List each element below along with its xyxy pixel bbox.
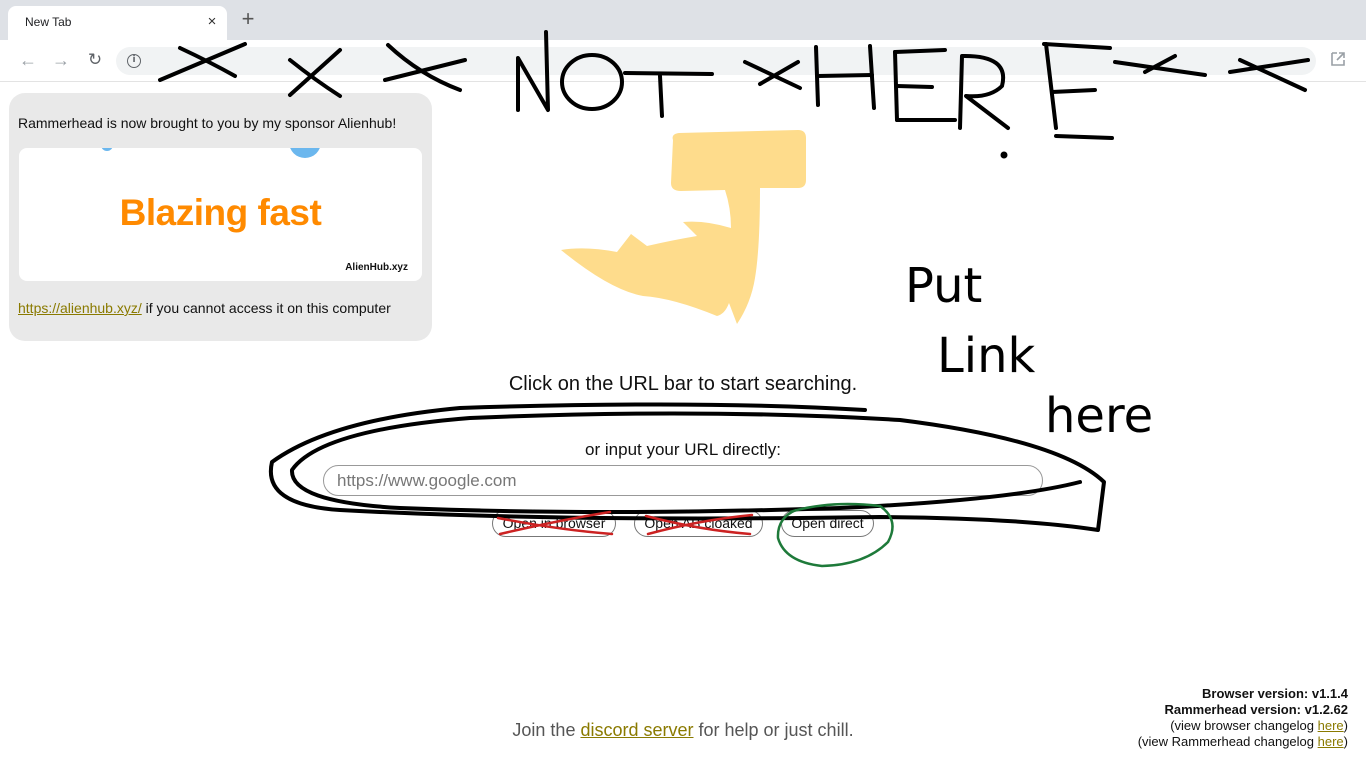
banner-brand-logo: AlienHub.xyz	[345, 262, 408, 273]
tab-new-tab[interactable]: New Tab ×	[8, 6, 227, 40]
join-suffix: for help or just chill.	[693, 720, 854, 740]
tab-strip: New Tab × +	[0, 0, 1366, 40]
browser-changelog-text: (view browser changelog	[1170, 718, 1318, 733]
open-in-browser-button[interactable]: Open in browser	[492, 510, 616, 537]
sponsor-footer-text: if you cannot access it on this computer	[141, 300, 391, 316]
search-hint: Click on the URL bar to start searching.	[508, 373, 858, 395]
url-input[interactable]	[323, 465, 1043, 496]
reload-icon[interactable]: ↻	[85, 50, 105, 70]
browser-changelog-link[interactable]: here	[1318, 718, 1344, 733]
open-external-icon[interactable]	[1329, 50, 1347, 68]
closing-paren: )	[1343, 734, 1348, 749]
browser-toolbar: ← → ↻ i	[0, 40, 1366, 82]
direct-url-hint: or input your URL directly:	[585, 440, 781, 459]
discord-link[interactable]: discord server	[580, 720, 693, 740]
open-ab-cloaked-button[interactable]: Open AB cloaked	[634, 510, 763, 537]
closing-paren: )	[1343, 718, 1348, 733]
browser-changelog: (view browser changelog here)	[1138, 718, 1348, 734]
back-arrow-icon[interactable]: ←	[18, 50, 38, 70]
new-tab-plus-icon[interactable]: +	[236, 8, 260, 32]
sponsor-intro: Rammerhead is now brought to you by my s…	[18, 115, 397, 131]
handwritten-here: here	[1045, 388, 1153, 444]
sponsor-footer: https://alienhub.xyz/ if you cannot acce…	[18, 300, 391, 316]
banner-decoration	[101, 148, 113, 151]
handwritten-put: Put	[905, 258, 982, 314]
forward-arrow-icon[interactable]: →	[51, 50, 71, 70]
rammerhead-changelog-text: (view Rammerhead changelog	[1137, 734, 1318, 749]
open-direct-button[interactable]: Open direct	[781, 510, 874, 537]
alienhub-link[interactable]: https://alienhub.xyz/	[18, 300, 142, 316]
close-icon[interactable]: ×	[204, 14, 220, 30]
sponsor-card: Rammerhead is now brought to you by my s…	[9, 93, 432, 341]
banner-headline: Blazing fast	[119, 192, 322, 233]
browser-window: New Tab × + ← → ↻ i Rammerhead is now br…	[0, 0, 1366, 768]
info-icon[interactable]: i	[127, 54, 141, 68]
rammerhead-changelog-link[interactable]: here	[1318, 734, 1344, 749]
rammerhead-version: Rammerhead version: v1.2.62	[1164, 702, 1348, 717]
tab-title: New Tab	[25, 15, 72, 29]
version-info: Browser version: v1.1.4 Rammerhead versi…	[1138, 686, 1348, 750]
join-prefix: Join the	[512, 720, 581, 740]
rammerhead-changelog: (view Rammerhead changelog here)	[1138, 734, 1348, 750]
address-bar[interactable]: i	[116, 47, 1316, 75]
banner-decoration	[289, 148, 321, 158]
browser-version: Browser version: v1.1.4	[1202, 686, 1348, 701]
rammerhead-logo	[561, 130, 806, 324]
sponsor-banner[interactable]: Blazing fast AlienHub.xyz	[19, 148, 422, 281]
